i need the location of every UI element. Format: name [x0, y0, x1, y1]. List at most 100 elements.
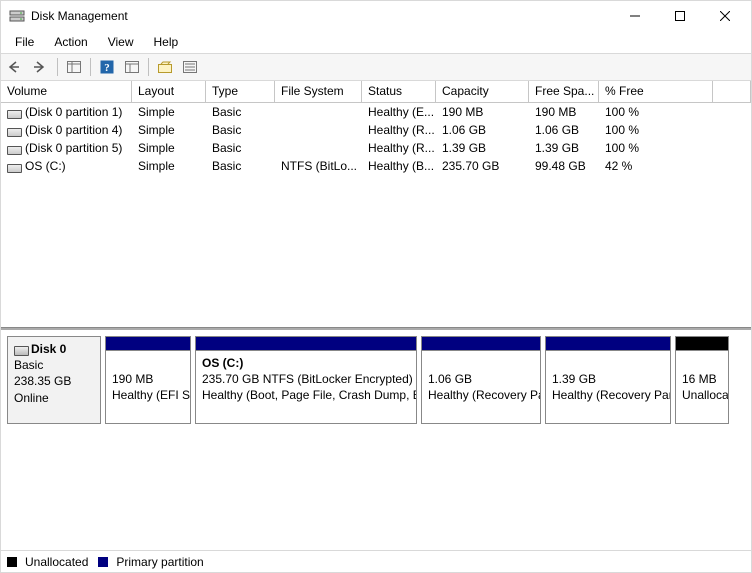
cell-type: Basic: [206, 122, 275, 138]
cell-fs: [275, 111, 362, 113]
settings-button[interactable]: [121, 56, 143, 78]
partition-size: 16 MB: [682, 371, 722, 387]
maximize-button[interactable]: [657, 2, 702, 30]
partition-title: [428, 355, 534, 371]
partition-band: [422, 337, 540, 351]
partition-title: OS (C:): [202, 355, 410, 371]
col-pct[interactable]: % Free: [599, 81, 713, 103]
cell-volume: (Disk 0 partition 1): [25, 105, 122, 119]
partition-status: Healthy (Boot, Page File, Crash Dump, Ba…: [202, 387, 410, 403]
partition[interactable]: 1.06 GBHealthy (Recovery Partition): [421, 336, 541, 424]
partition-band: [196, 337, 416, 351]
app-icon: [9, 8, 25, 24]
partition-size: 1.06 GB: [428, 371, 534, 387]
cell-status: Healthy (R...: [362, 140, 436, 156]
cell-pct: 100 %: [599, 140, 713, 156]
drive-icon: [7, 162, 21, 172]
col-layout[interactable]: Layout: [132, 81, 206, 103]
partition[interactable]: 1.39 GBHealthy (Recovery Partition): [545, 336, 671, 424]
cell-layout: Simple: [132, 140, 206, 156]
cell-status: Healthy (B...: [362, 158, 436, 174]
col-status[interactable]: Status: [362, 81, 436, 103]
disk-icon: [14, 345, 28, 355]
titlebar: Disk Management: [1, 1, 751, 31]
back-button[interactable]: [5, 56, 27, 78]
partition-status: Healthy (Recovery Partition): [552, 387, 664, 403]
col-free[interactable]: Free Spa...: [529, 81, 599, 103]
col-capacity[interactable]: Capacity: [436, 81, 529, 103]
disk-info[interactable]: Disk 0 Basic 238.35 GB Online: [7, 336, 101, 424]
partition-size: 1.39 GB: [552, 371, 664, 387]
table-row[interactable]: (Disk 0 partition 1)SimpleBasicHealthy (…: [1, 103, 751, 121]
partition-band: [106, 337, 190, 351]
refresh-button[interactable]: [154, 56, 176, 78]
partition-unallocated[interactable]: 16 MBUnallocated: [675, 336, 729, 424]
menu-file[interactable]: File: [5, 33, 44, 51]
table-row[interactable]: (Disk 0 partition 4)SimpleBasicHealthy (…: [1, 121, 751, 139]
col-fs[interactable]: File System: [275, 81, 362, 103]
swatch-unallocated: [7, 557, 17, 567]
cell-free: 190 MB: [529, 104, 599, 120]
disk-size: 238.35 GB: [14, 373, 94, 389]
minimize-button[interactable]: [612, 2, 657, 30]
legend-primary: Primary partition: [116, 555, 203, 569]
cell-free: 99.48 GB: [529, 158, 599, 174]
partition-status: Healthy (Recovery Partition): [428, 387, 534, 403]
disk-graphic-pane: Disk 0 Basic 238.35 GB Online 190 MBHeal…: [1, 328, 751, 550]
disk-state: Online: [14, 390, 94, 406]
cell-pct: 100 %: [599, 122, 713, 138]
cell-free: 1.06 GB: [529, 122, 599, 138]
partition-title: [112, 355, 184, 371]
volume-list[interactable]: Volume Layout Type File System Status Ca…: [1, 81, 751, 328]
cell-capacity: 1.06 GB: [436, 122, 529, 138]
swatch-primary: [98, 557, 108, 567]
drive-icon: [7, 126, 21, 136]
menu-help[interactable]: Help: [144, 33, 189, 51]
cell-layout: Simple: [132, 122, 206, 138]
help-button[interactable]: ?: [96, 56, 118, 78]
cell-capacity: 235.70 GB: [436, 158, 529, 174]
legend: Unallocated Primary partition: [1, 550, 751, 572]
cell-capacity: 1.39 GB: [436, 140, 529, 156]
partition[interactable]: OS (C:)235.70 GB NTFS (BitLocker Encrypt…: [195, 336, 417, 424]
toolbar-separator: [57, 58, 58, 76]
cell-pct: 42 %: [599, 158, 713, 174]
list-header[interactable]: Volume Layout Type File System Status Ca…: [1, 81, 751, 103]
cell-fs: [275, 129, 362, 131]
cell-volume: OS (C:): [25, 159, 66, 173]
window-title: Disk Management: [31, 9, 612, 23]
partition-size: 190 MB: [112, 371, 184, 387]
table-row[interactable]: OS (C:)SimpleBasicNTFS (BitLo...Healthy …: [1, 157, 751, 175]
partition-band: [676, 337, 728, 351]
show-hide-tree-button[interactable]: [63, 56, 85, 78]
cell-pct: 100 %: [599, 104, 713, 120]
toolbar-separator: [148, 58, 149, 76]
cell-fs: NTFS (BitLo...: [275, 158, 362, 174]
col-rest[interactable]: [713, 81, 751, 103]
drive-icon: [7, 108, 21, 118]
partition-status: Healthy (EFI System Partition): [112, 387, 184, 403]
partition-size: 235.70 GB NTFS (BitLocker Encrypted): [202, 371, 410, 387]
table-row[interactable]: (Disk 0 partition 5) SimpleBasic Healthy (…: [1, 139, 751, 157]
col-type[interactable]: Type: [206, 81, 275, 103]
cell-status: Healthy (R...: [362, 122, 436, 138]
disk-row: Disk 0 Basic 238.35 GB Online 190 MBHeal…: [1, 330, 751, 430]
cell-fs: [275, 147, 362, 149]
disk-type: Basic: [14, 357, 94, 373]
menu-view[interactable]: View: [98, 33, 144, 51]
forward-button[interactable]: [30, 56, 52, 78]
col-volume[interactable]: Volume: [1, 81, 132, 103]
legend-unallocated: Unallocated: [25, 555, 88, 569]
cell-type: Basic: [206, 140, 275, 156]
partition-status: Unallocated: [682, 387, 722, 403]
partition[interactable]: 190 MBHealthy (EFI System Partition): [105, 336, 191, 424]
toolbar-separator: [90, 58, 91, 76]
cell-type: Basic: [206, 158, 275, 174]
menu-action[interactable]: Action: [44, 33, 97, 51]
cell-volume: (Disk 0 partition 5): [25, 141, 122, 155]
close-button[interactable]: [702, 2, 747, 30]
cell-capacity: 190 MB: [436, 104, 529, 120]
partition-title: [552, 355, 664, 371]
partition-title: [682, 355, 722, 371]
properties-button[interactable]: [179, 56, 201, 78]
